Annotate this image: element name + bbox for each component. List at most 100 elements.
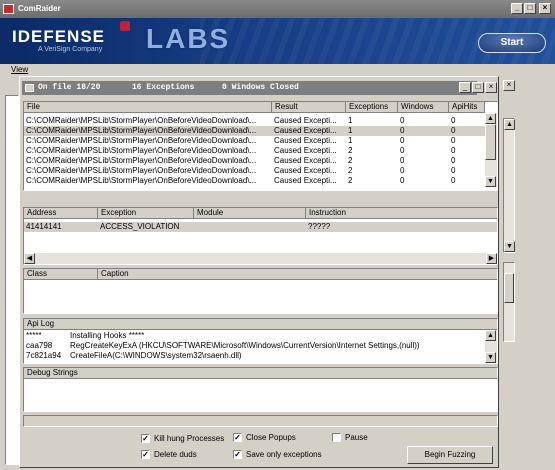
log-line: ***** Installing Hooks ***** [24, 331, 485, 341]
col-header-file[interactable]: File [24, 102, 272, 113]
debug-strings-panel[interactable]: Debug Strings [23, 367, 498, 412]
maximize-button[interactable]: □ [524, 3, 536, 14]
cell-exceptions: 2 [348, 156, 353, 165]
scroll-up-icon[interactable]: ▲ [485, 113, 496, 124]
child-title-bar: On file 18/20 16 Exceptions 0 Windows Cl… [22, 81, 477, 95]
cell-file: C:\COMRaider\MPSLib\StormPlayer\OnBefore… [26, 156, 257, 165]
col-header-exception[interactable]: Exception [98, 208, 194, 219]
pause-checkbox[interactable] [332, 433, 341, 442]
cell-apihits: 0 [451, 126, 456, 135]
cell-result: Caused Excepti... [274, 116, 337, 125]
menu-bar: View [0, 64, 555, 76]
table-row[interactable]: C:\COMRaider\MPSLib\StormPlayer\OnBefore… [24, 156, 485, 166]
kill-hung-label: Kill hung Processes [154, 434, 225, 443]
scroll-up-icon[interactable]: ▲ [485, 330, 496, 341]
cell-file: C:\COMRaider\MPSLib\StormPlayer\OnBefore… [26, 136, 257, 145]
save-only-checkbox[interactable]: ✓ [233, 450, 242, 459]
cell-windows: 0 [400, 176, 405, 185]
api-log-panel[interactable]: Api Log ***** Installing Hooks ***** caa79… [23, 318, 498, 364]
idefense-logo: IDEFENSE [12, 27, 106, 46]
table-row[interactable]: C:\COMRaider\MPSLib\StormPlayer\OnBefore… [24, 146, 485, 156]
child-minimize-button[interactable]: _ [459, 82, 471, 93]
col-header-apihits[interactable]: ApiHits [449, 102, 485, 113]
cell-windows: 0 [400, 116, 405, 125]
scroll-left-icon[interactable]: ◀ [24, 253, 35, 264]
col-header-windows[interactable]: Windows [398, 102, 449, 113]
menu-view[interactable]: View [11, 65, 28, 74]
table-row[interactable]: 41414141 ACCESS_VIOLATION ????? [24, 222, 497, 232]
table-row[interactable]: C:\COMRaider\MPSLib\StormPlayer\OnBefore… [24, 166, 485, 176]
cell-windows: 0 [400, 126, 405, 135]
cell-windows: 0 [400, 156, 405, 165]
child-app-icon [25, 84, 34, 92]
col-header-exceptions[interactable]: Exceptions [346, 102, 398, 113]
cell-apihits: 0 [451, 176, 456, 185]
outer-scrollbar[interactable]: ▲ ▼ [503, 118, 515, 253]
cell-exceptions: 1 [348, 116, 353, 125]
col-header-result[interactable]: Result [272, 102, 346, 113]
col-header-class[interactable]: Class [24, 269, 98, 280]
logo-subtitle: A VeriSign Company [38, 46, 103, 53]
child-close-button[interactable]: × [485, 82, 497, 93]
app-icon [3, 4, 14, 14]
cell-apihits: 0 [451, 116, 456, 125]
cell-result: Caused Excepti... [274, 146, 337, 155]
cell-exceptions: 2 [348, 146, 353, 155]
cell-file: C:\COMRaider\MPSLib\StormPlayer\OnBefore… [26, 146, 257, 155]
log-address: ***** [26, 331, 42, 340]
status-file: On file 18/20 [38, 83, 101, 92]
begin-fuzzing-button[interactable]: Begin Fuzzing [407, 446, 493, 464]
scroll-up-icon[interactable]: ▲ [504, 119, 515, 130]
child-maximize-button[interactable]: □ [472, 82, 484, 93]
close-popups-checkbox[interactable]: ✓ [233, 433, 242, 442]
windows-table[interactable]: Class Caption [23, 268, 498, 314]
scroll-down-icon[interactable]: ▼ [485, 176, 496, 187]
status-windows: 0 Windows Closed [222, 83, 299, 92]
table-row[interactable]: C:\COMRaider\MPSLib\StormPlayer\OnBefore… [24, 176, 485, 186]
exceptions-table[interactable]: Address Exception Module Instruction 414… [23, 207, 498, 265]
table-row[interactable]: C:\COMRaider\MPSLib\StormPlayer\OnBefore… [24, 126, 485, 136]
status-exceptions: 16 Exceptions [132, 83, 195, 92]
table-row[interactable]: C:\COMRaider\MPSLib\StormPlayer\OnBefore… [24, 116, 485, 126]
cell-apihits: 0 [451, 156, 456, 165]
cell-apihits: 0 [451, 136, 456, 145]
cell-file: C:\COMRaider\MPSLib\StormPlayer\OnBefore… [26, 116, 257, 125]
scroll-down-icon[interactable]: ▼ [485, 352, 496, 363]
status-strip [23, 415, 498, 427]
mdi-left-panel [5, 95, 19, 465]
save-only-label: Save only exceptions [246, 450, 322, 459]
log-text: RegCreateKeyExA (HKCU\SOFTWARE\Microsoft… [70, 341, 420, 350]
window-title: ComRaider [18, 4, 61, 13]
col-header-module[interactable]: Module [194, 208, 306, 219]
pause-label: Pause [345, 433, 368, 442]
minimize-button[interactable]: _ [511, 3, 523, 14]
start-button[interactable]: Start [478, 33, 546, 53]
outer-scrollbar-2[interactable] [503, 262, 515, 342]
files-vscrollbar[interactable]: ▲ ▼ [485, 113, 497, 187]
cell-exception: ACCESS_VIOLATION [100, 222, 180, 231]
exceptions-hscrollbar[interactable]: ◀ ▶ [24, 253, 497, 264]
col-header-instruction[interactable]: Instruction [306, 208, 497, 219]
files-table[interactable]: File Result Exceptions Windows ApiHits C… [23, 101, 498, 191]
table-row[interactable]: C:\COMRaider\MPSLib\StormPlayer\OnBefore… [24, 136, 485, 146]
window-title-bar: ComRaider _ □ × [0, 0, 555, 18]
scroll-right-icon[interactable]: ▶ [486, 253, 497, 264]
cell-apihits: 0 [451, 146, 456, 155]
scroll-down-icon[interactable]: ▼ [504, 241, 515, 252]
api-log-header: Api Log [24, 319, 497, 330]
delete-duds-label: Delete duds [154, 450, 197, 459]
idefense-banner: IDEFENSE A VeriSign Company LABS Start [0, 18, 555, 64]
kill-hung-checkbox[interactable]: ✓ [141, 434, 150, 443]
col-header-caption[interactable]: Caption [98, 269, 497, 280]
log-text: CreateFileA(C:\WINDOWS\system32\rsaenh.d… [70, 351, 242, 360]
col-header-address[interactable]: Address [24, 208, 98, 219]
delete-duds-checkbox[interactable]: ✓ [141, 450, 150, 459]
cell-result: Caused Excepti... [274, 166, 337, 175]
close-button[interactable]: × [539, 3, 551, 14]
outer-close-button[interactable]: × [503, 80, 515, 91]
log-line: 7c821a94 CreateFileA(C:\WINDOWS\system32\… [24, 351, 485, 361]
cell-apihits: 0 [451, 166, 456, 175]
log-address: 7c821a94 [26, 351, 62, 360]
api-log-vscrollbar[interactable]: ▲ ▼ [485, 330, 497, 363]
cell-exceptions: 1 [348, 126, 353, 135]
